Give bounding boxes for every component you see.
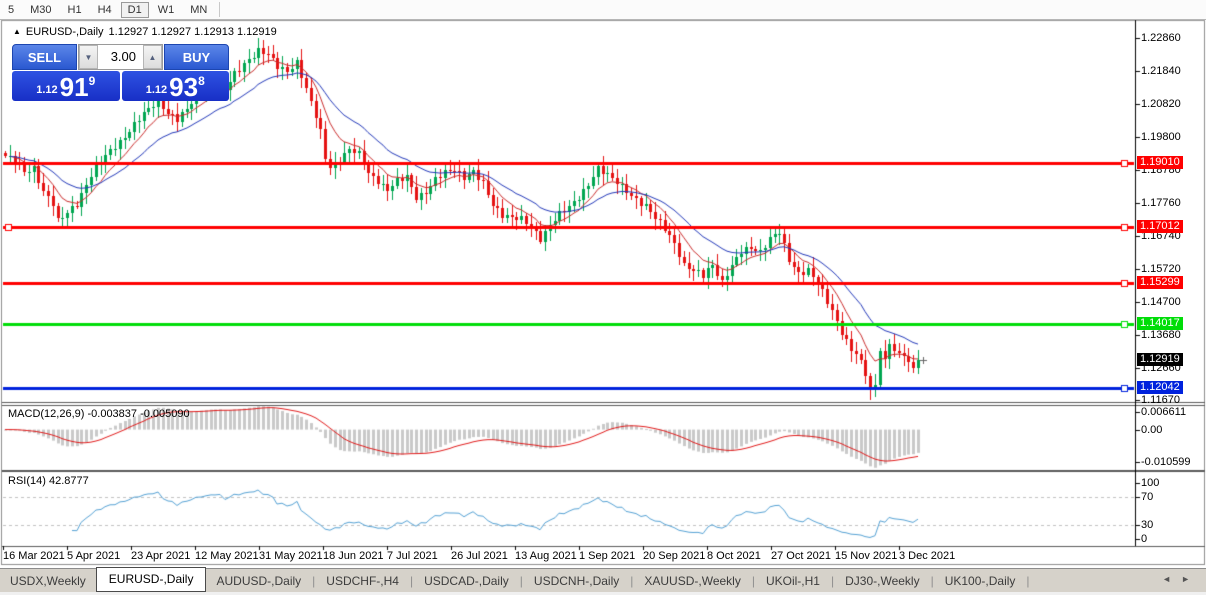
rsi-axis-tick: 70 [1141,491,1154,503]
timeframe-5[interactable]: 5 [1,2,21,18]
volume-increase-button[interactable]: ▲ [143,45,162,69]
date-label: 15 Nov 2021 [835,550,898,562]
date-label: 26 Jul 2021 [451,550,508,562]
price-axis-tick: 1.19800 [1141,131,1181,143]
tab-usdchf-h4[interactable]: USDCHF-,H4 [316,571,409,591]
level-price-tag: 1.15299 [1137,276,1183,289]
mt4-window: 5 M30 H1 H4 D1 W1 MN ▲ EURUSD-,Daily 1.12927 1… [0,0,1206,595]
tab-scroll-right-icon[interactable]: ► [1181,574,1200,584]
sell-price-big: 91 [59,72,89,102]
timeframe-w1[interactable]: W1 [151,2,182,18]
volume-stepper: ▼ 3.00 ▲ [78,44,163,70]
price-axis-tick: 1.14700 [1141,296,1181,308]
macd-name: MACD(12,26,9) [8,408,85,420]
toolbar-separator [219,2,221,17]
timeframe-h1[interactable]: H1 [61,2,89,18]
date-label: 20 Sep 2021 [643,550,706,562]
timeframe-m30[interactable]: M30 [23,2,58,18]
macd-values: -0.003837 -0.005090 [87,408,190,420]
volume-decrease-button[interactable]: ▼ [79,45,98,69]
chart-ohlc-values: 1.12927 1.12927 1.12913 1.12919 [108,26,277,38]
tab-usdcad-daily[interactable]: USDCAD-,Daily [414,571,519,591]
collapse-triangle-icon[interactable]: ▲ [13,27,21,37]
sell-price-prefix: 1.12 [36,84,58,96]
chevron-down-icon: ▼ [84,52,93,62]
tab-scroll-left-icon[interactable]: ◄ [1162,574,1181,584]
macd-axis-tick: 0.006611 [1141,406,1187,418]
rsi-indicator-label: RSI(14) 42.8777 [8,475,89,487]
price-axis-tick: 1.22860 [1141,32,1181,44]
date-label: 5 Apr 2021 [67,550,121,562]
date-label: 27 Oct 2021 [771,550,831,562]
buy-price-sup: 8 [198,74,205,88]
rsi-axis-tick: 100 [1141,477,1160,489]
level-price-tag: 1.17012 [1137,220,1183,233]
rsi-axis-tick: 0 [1141,533,1148,545]
date-label: 1 Sep 2021 [579,550,636,562]
price-axis-tick: 1.15720 [1141,263,1181,275]
price-axis-tick: 1.17760 [1141,197,1181,209]
timeframe-h4[interactable]: H4 [91,2,119,18]
level-price-tag: 1.12042 [1137,381,1183,394]
tab-eurusd-daily[interactable]: EURUSD-,Daily [95,567,207,592]
macd-axis-tick: -0.010599 [1141,456,1191,468]
tab-dj30-weekly[interactable]: DJ30-,Weekly [835,571,929,591]
chart-title: ▲ EURUSD-,Daily 1.12927 1.12927 1.12913 … [13,26,277,38]
buy-price-button[interactable]: 1.12 93 8 [121,71,229,102]
price-axis-tick: 1.21840 [1141,65,1181,77]
tab-uk100-daily[interactable]: UK100-,Daily [935,571,1026,591]
chart-tab-bar: USDX,Weekly EURUSD-,Daily AUDUSD-,Daily | US… [0,567,1206,593]
sell-price-button[interactable]: 1.12 91 9 [12,71,120,101]
macd-indicator-label: MACD(12,26,9) -0.003837 -0.005090 [8,408,190,420]
date-label: 18 Jun 2021 [323,550,384,562]
date-label: 3 Dec 2021 [899,550,956,562]
tab-ukoil-h1[interactable]: UKOil-,H1 [756,571,830,591]
date-label: 13 Aug 2021 [515,550,577,562]
volume-value[interactable]: 3.00 [98,45,143,69]
timeframe-d1[interactable]: D1 [120,1,149,18]
price-axis-tick: 1.11670 [1141,394,1180,406]
rsi-axis-tick: 30 [1141,519,1154,531]
date-label: 12 May 2021 [195,550,259,562]
chart-symbol-label: EURUSD-,Daily [25,26,104,38]
tab-scroll-arrows: ◄► [1162,574,1200,584]
tab-xauusd-weekly[interactable]: XAUUSD-,Weekly [634,571,750,591]
current-price-tag: 1.12919 [1137,353,1183,366]
macd-axis-tick: 0.00 [1141,424,1163,436]
level-price-tag: 1.14017 [1137,317,1183,330]
buy-price-big: 93 [169,72,199,102]
sell-button[interactable]: SELL [12,44,77,70]
chevron-up-icon: ▲ [148,52,157,62]
date-label: 31 May 2021 [259,550,323,562]
level-price-tag: 1.19010 [1137,156,1183,169]
timeframe-mn[interactable]: MN [183,2,214,18]
tab-audusd-daily[interactable]: AUDUSD-,Daily [206,571,311,591]
date-label: 8 Oct 2021 [707,550,761,562]
rsi-value: 42.8777 [48,475,89,487]
one-click-trade-panel: SELL ▼ 3.00 ▲ BUY 1.12 91 9 1.12 93 8 [12,44,229,101]
date-label: 7 Jul 2021 [387,550,438,562]
price-axis-tick: 1.20820 [1141,98,1181,110]
buy-price-prefix: 1.12 [145,84,168,96]
sell-price-sup: 9 [88,74,96,88]
buy-button[interactable]: BUY [164,44,229,70]
price-axis-tick: 1.13680 [1141,329,1181,341]
timeframe-toolbar: 5 M30 H1 H4 D1 W1 MN [0,0,1206,20]
rsi-name: RSI(14) [8,475,46,487]
date-label: 23 Apr 2021 [131,550,191,562]
tab-usdx-weekly[interactable]: USDX,Weekly [0,571,96,591]
date-label: 16 Mar 2021 [3,550,65,562]
tab-usdcnh-daily[interactable]: USDCNH-,Daily [524,571,629,591]
tab-separator: | [1026,574,1030,588]
